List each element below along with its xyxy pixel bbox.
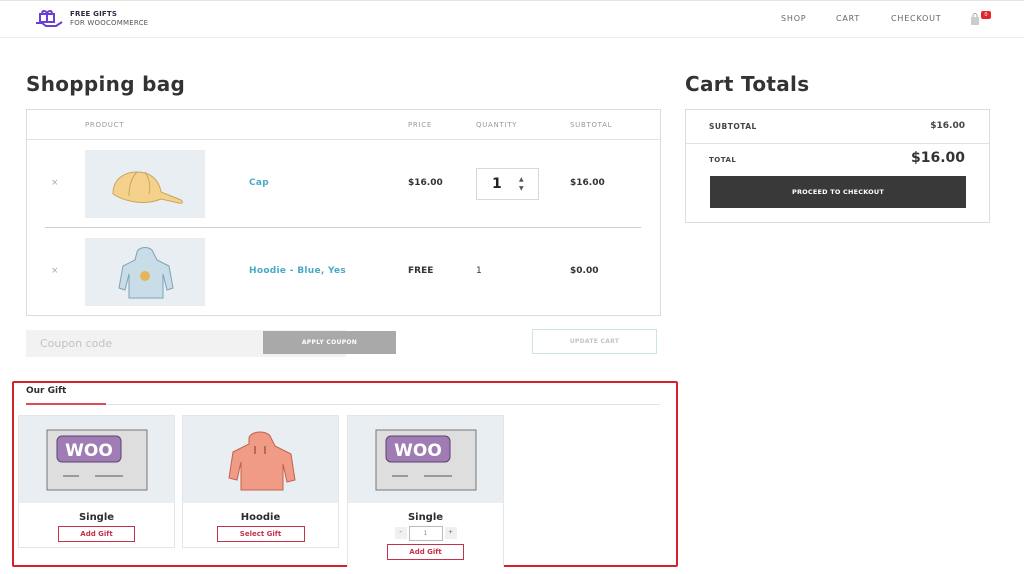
cart-row: × Hoodie - Blue, Yes FREE 1 $0.00 — [27, 228, 660, 316]
spinner-arrows-icon[interactable]: ▲ ▼ — [519, 175, 524, 193]
gift-name: Single — [407, 512, 444, 523]
subtotal-value: $16.00 — [930, 121, 965, 131]
update-cart-button[interactable]: UPDATE CART — [532, 329, 657, 354]
gift-card: WOO Single Add Gift — [18, 415, 175, 548]
remove-item-button[interactable]: × — [51, 266, 59, 276]
decrease-quantity-button[interactable]: - — [394, 527, 407, 539]
quantity-value[interactable]: 1 — [492, 176, 502, 192]
page-title: Shopping bag — [26, 72, 186, 96]
select-gift-button[interactable]: Select Gift — [216, 526, 305, 542]
product-price: FREE — [408, 266, 434, 276]
product-thumbnail-cap[interactable] — [85, 150, 205, 218]
woo-single-image: WOO — [375, 429, 477, 491]
total-value: $16.00 — [910, 150, 965, 166]
column-header-subtotal: SUBTOTAL — [570, 121, 613, 129]
quantity-value: 1 — [476, 266, 482, 276]
add-gift-button[interactable]: Add Gift — [58, 526, 135, 542]
gift-section-title: Our Gift — [26, 386, 67, 396]
product-subtotal: $0.00 — [570, 266, 599, 276]
divider — [106, 404, 660, 405]
cart-totals-title: Cart Totals — [685, 72, 810, 96]
column-header-product: PRODUCT — [85, 121, 125, 129]
product-name-link[interactable]: Cap — [249, 178, 269, 188]
cart-totals-box: SUBTOTAL $16.00 TOTAL $16.00 PROCEED TO … — [685, 109, 990, 223]
nav-shop[interactable]: SHOP — [781, 14, 806, 23]
gift-name: Hoodie — [240, 512, 281, 523]
apply-coupon-button[interactable]: APPLY COUPON — [263, 331, 396, 354]
remove-item-button[interactable]: × — [51, 178, 59, 188]
gift-card: Hoodie Select Gift — [182, 415, 339, 548]
gift-logo-icon — [36, 10, 63, 27]
subtotal-label: SUBTOTAL — [709, 122, 757, 131]
cart-row: × Cap $16.00 1 ▲ ▼ $16.00 — [27, 140, 660, 228]
gift-image-woo-single[interactable]: WOO — [19, 416, 174, 503]
logo-subtitle: FOR WOOCOMMERCE — [70, 19, 149, 27]
gift-image-woo-single[interactable]: WOO — [348, 416, 503, 503]
site-header: FREE GIFTS FOR WOOCOMMERCE SHOP CART CHE… — [0, 0, 1024, 38]
hoodie-blue-image — [118, 247, 174, 299]
column-header-quantity: QUANTITY — [476, 121, 518, 129]
shopping-bag-icon[interactable] — [969, 13, 981, 25]
site-logo[interactable]: FREE GIFTS FOR WOOCOMMERCE — [34, 9, 148, 29]
divider — [686, 143, 989, 144]
woo-single-image: WOO — [46, 429, 148, 491]
gift-image-hoodie[interactable] — [183, 416, 338, 503]
increase-quantity-button[interactable]: + — [444, 527, 457, 539]
cap-image — [112, 171, 183, 204]
proceed-to-checkout-button[interactable]: PROCEED TO CHECKOUT — [710, 176, 966, 208]
cart-count-badge: 0 — [981, 11, 991, 19]
product-thumbnail-hoodie[interactable] — [85, 238, 205, 306]
cart-table: PRODUCT PRICE QUANTITY SUBTOTAL × Cap $1… — [26, 109, 661, 316]
product-subtotal: $16.00 — [570, 178, 605, 188]
gift-quantity-input[interactable] — [408, 525, 443, 541]
gift-quantity-stepper: - + — [348, 525, 503, 541]
svg-text:WOO: WOO — [65, 441, 113, 461]
quantity-stepper[interactable]: 1 ▲ ▼ — [476, 168, 539, 200]
nav-cart[interactable]: CART — [836, 14, 860, 23]
gift-card: WOO Single - + Add Gift — [347, 415, 504, 567]
nav-checkout[interactable]: CHECKOUT — [891, 14, 942, 23]
column-header-price: PRICE — [408, 121, 432, 129]
svg-text:WOO: WOO — [394, 441, 442, 461]
logo-title: FREE GIFTS — [70, 10, 118, 18]
title-underline — [26, 403, 106, 405]
total-label: TOTAL — [709, 156, 737, 164]
product-price: $16.00 — [408, 178, 443, 188]
add-gift-button[interactable]: Add Gift — [387, 544, 464, 560]
hoodie-pink-image — [228, 431, 296, 491]
product-name-link[interactable]: Hoodie - Blue, Yes — [249, 266, 346, 276]
gift-name: Single — [78, 512, 115, 523]
